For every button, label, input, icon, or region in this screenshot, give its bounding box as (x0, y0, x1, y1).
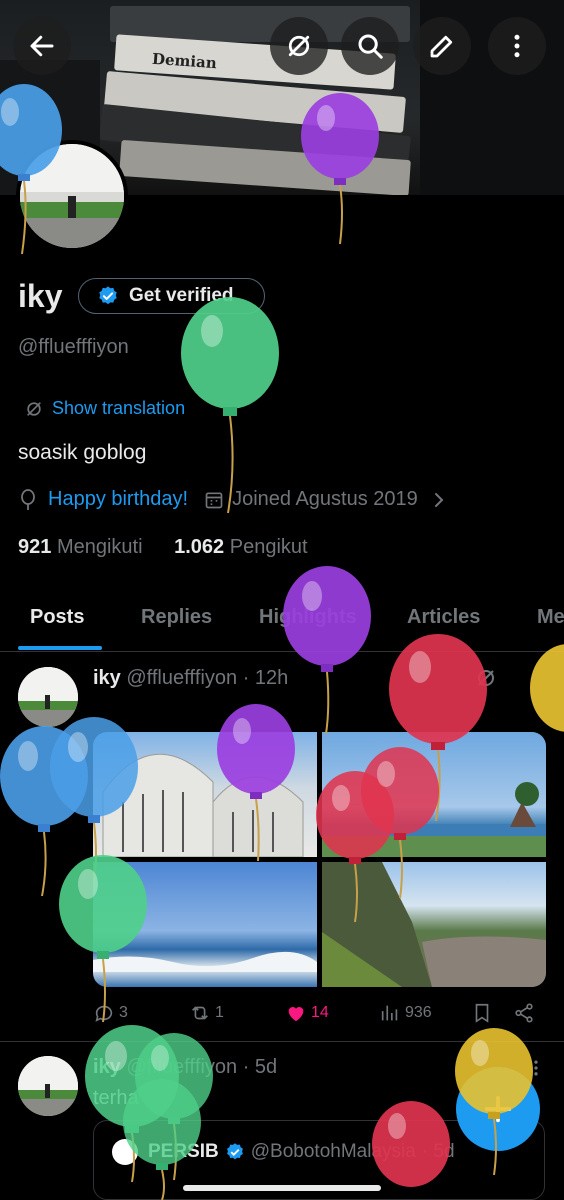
chevron-right-icon[interactable] (432, 491, 446, 509)
verified-badge-icon (99, 286, 117, 305)
back-button[interactable] (13, 17, 71, 75)
profile-name: iky (18, 278, 63, 314)
balloon-icon (530, 644, 564, 732)
analytics-icon (381, 1005, 398, 1021)
birthday-link[interactable]: Happy birthday! (48, 488, 188, 511)
tweet-header: iky @fflueffﬁyon · 12h (93, 667, 288, 690)
followers-label: Pengikut (229, 536, 308, 558)
repost-button[interactable]: 1 (189, 1002, 224, 1024)
followers-count: 1.062 (174, 536, 225, 558)
balloon-icon (59, 855, 147, 1023)
like-button[interactable]: 14 (285, 1002, 329, 1024)
tweet-author-name[interactable]: iky (93, 667, 121, 689)
balloon-icon (361, 747, 439, 899)
balloon-icon (21, 488, 35, 510)
balloon-icon (372, 1101, 450, 1187)
show-translation-label: Show translation (52, 398, 186, 418)
tab-media[interactable]: Me (537, 606, 564, 629)
show-translation-link[interactable]: Show translation (24, 398, 185, 419)
like-count: 14 (311, 1004, 329, 1021)
tab-posts[interactable]: Posts (30, 606, 84, 629)
repost-count: 1 (215, 1004, 224, 1021)
home-indicator[interactable] (183, 1185, 381, 1191)
balloon-icon (217, 704, 295, 862)
edit-icon (430, 35, 453, 58)
search-icon (358, 34, 383, 59)
following-link[interactable]: 921 Mengikuti (18, 536, 143, 558)
following-label: Mengikuti (56, 536, 143, 558)
tab-articles[interactable]: Articles (407, 606, 480, 629)
balloon-icon (181, 297, 279, 514)
avatar-photo (18, 1056, 78, 1116)
verified-badge-icon (226, 1143, 243, 1160)
balloon-icon (301, 93, 379, 245)
more-button[interactable] (488, 17, 546, 75)
balloon-icon (123, 1079, 201, 1200)
active-tab-indicator (18, 646, 102, 650)
tab-replies[interactable]: Replies (141, 606, 212, 629)
view-count: 936 (405, 1004, 432, 1021)
arrow-left-icon (30, 35, 54, 57)
edit-button[interactable] (413, 17, 471, 75)
following-count: 921 (18, 536, 52, 558)
translate-off-icon (288, 35, 310, 57)
repost-icon (192, 1006, 208, 1020)
follow-stats: 921 Mengikuti 1.062 Pengikut (18, 536, 308, 559)
bookmark-icon (475, 1003, 489, 1023)
bookmark-button[interactable] (471, 1002, 493, 1024)
more-vertical-icon (514, 34, 520, 58)
tweet-author-handle[interactable]: @fflueffﬁyon (126, 667, 237, 689)
tweet-time[interactable]: · 5d (243, 1056, 277, 1078)
profile-handle: @fflueffﬁyon (18, 336, 129, 358)
translate-button[interactable] (270, 17, 328, 75)
followers-link[interactable]: 1.062 Pengikut (174, 536, 307, 558)
heart-filled-icon (288, 1007, 304, 1022)
views-button[interactable]: 936 (379, 1002, 432, 1024)
search-button[interactable] (341, 17, 399, 75)
balloon-icon (455, 1028, 533, 1176)
share-icon (515, 1003, 533, 1023)
profile-bio: soasik goblog (18, 441, 147, 464)
translate-icon (27, 401, 41, 416)
share-button[interactable] (513, 1002, 535, 1024)
tweet-avatar[interactable] (18, 1056, 78, 1116)
balloon-icon (0, 84, 62, 255)
